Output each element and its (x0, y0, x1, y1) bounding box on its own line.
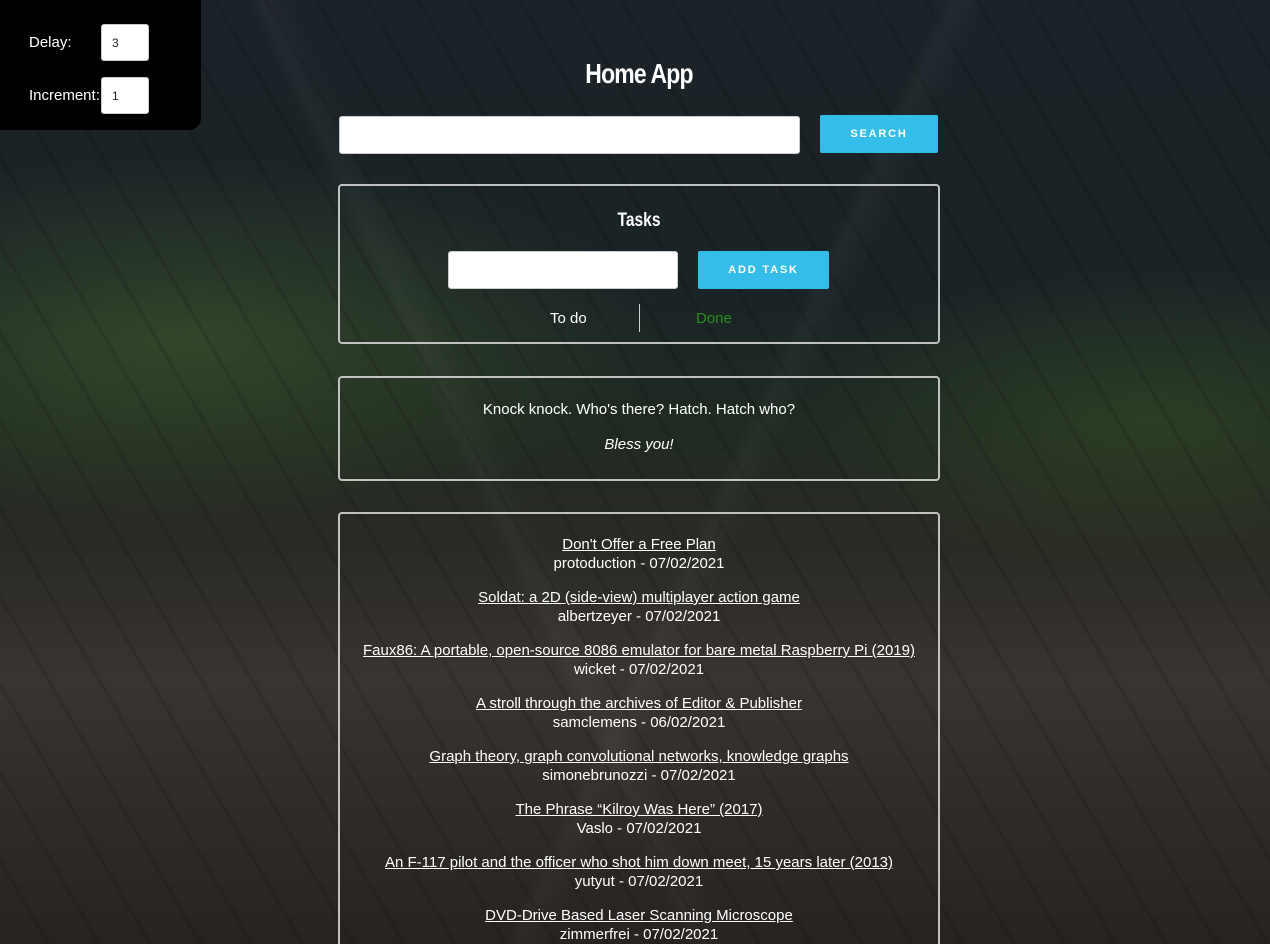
news-meta: samclemens - 06/02/2021 (552, 714, 726, 731)
news-meta: albertzeyer - 07/02/2021 (557, 608, 721, 625)
news-link[interactable]: Soldat: a 2D (side-view) multiplayer act… (340, 588, 938, 607)
timer-control-panel: Delay: Increment: (0, 0, 201, 130)
list-item: DVD-Drive Based Laser Scanning Microscop… (340, 906, 938, 944)
search-button[interactable]: SEARCH (820, 115, 938, 153)
news-meta: yutyut - 07/02/2021 (574, 873, 704, 890)
delay-label: Delay: (29, 34, 72, 51)
news-meta: simonebrunozzi - 07/02/2021 (542, 767, 736, 784)
list-item: Faux86: A portable, open-source 8086 emu… (340, 641, 938, 694)
tasks-card: Tasks ADD TASK To do Done (338, 184, 940, 344)
delay-input[interactable] (101, 24, 149, 61)
joke-punchline: Bless you! (604, 436, 674, 453)
list-item: The Phrase “Kilroy Was Here” (2017) Vasl… (340, 800, 938, 853)
tab-divider (639, 304, 640, 332)
news-link[interactable]: The Phrase “Kilroy Was Here” (2017) (340, 800, 938, 819)
increment-label: Increment: (29, 87, 100, 104)
add-task-button[interactable]: ADD TASK (698, 251, 829, 289)
news-list: Don't Offer a Free Plan protoduction - 0… (340, 535, 938, 944)
search-input[interactable] (339, 116, 800, 154)
news-meta: protoduction - 07/02/2021 (553, 555, 725, 572)
news-link[interactable]: DVD-Drive Based Laser Scanning Microscop… (340, 906, 938, 925)
increment-input[interactable] (101, 77, 149, 114)
task-tabs: To do Done (340, 304, 938, 334)
news-card: Don't Offer a Free Plan protoduction - 0… (338, 512, 940, 944)
task-input[interactable] (448, 251, 678, 289)
increment-row: Increment: (29, 77, 149, 114)
joke-card: Knock knock. Who's there? Hatch. Hatch w… (338, 376, 940, 481)
list-item: Soldat: a 2D (side-view) multiplayer act… (340, 588, 938, 641)
joke-setup: Knock knock. Who's there? Hatch. Hatch w… (482, 401, 796, 418)
tab-done[interactable]: Done (696, 310, 732, 327)
page-title: Home App (585, 58, 693, 89)
list-item: Don't Offer a Free Plan protoduction - 0… (340, 535, 938, 588)
news-meta: zimmerfrei - 07/02/2021 (559, 926, 719, 943)
news-link[interactable]: An F-117 pilot and the officer who shot … (340, 853, 938, 872)
list-item: Graph theory, graph convolutional networ… (340, 747, 938, 800)
news-link[interactable]: Don't Offer a Free Plan (340, 535, 938, 554)
delay-row: Delay: (29, 24, 149, 61)
tab-todo[interactable]: To do (550, 310, 587, 327)
news-meta: wicket - 07/02/2021 (573, 661, 705, 678)
news-link[interactable]: A stroll through the archives of Editor … (340, 694, 938, 713)
tasks-title: Tasks (617, 210, 661, 231)
news-link[interactable]: Faux86: A portable, open-source 8086 emu… (340, 641, 938, 660)
list-item: A stroll through the archives of Editor … (340, 694, 938, 747)
news-meta: Vaslo - 07/02/2021 (576, 820, 702, 837)
news-link[interactable]: Graph theory, graph convolutional networ… (340, 747, 938, 766)
list-item: An F-117 pilot and the officer who shot … (340, 853, 938, 906)
